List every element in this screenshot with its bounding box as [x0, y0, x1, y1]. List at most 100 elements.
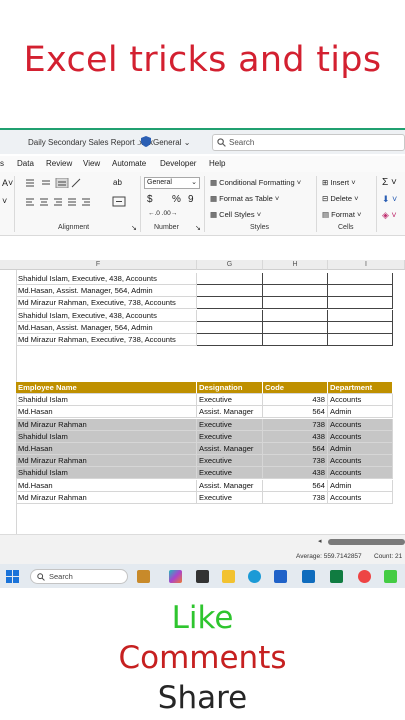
- table-cell[interactable]: 738: [263, 491, 328, 504]
- alignment-icons-bottom[interactable]: [24, 197, 114, 207]
- excel-icon[interactable]: [330, 570, 343, 583]
- table-cell[interactable]: Executive: [197, 394, 263, 407]
- edge-browser-icon[interactable]: [248, 570, 261, 583]
- percent-icon[interactable]: %: [172, 194, 181, 205]
- tab-data[interactable]: Data: [17, 159, 34, 168]
- table-cell[interactable]: Accounts: [328, 491, 393, 504]
- column-header-i[interactable]: I: [328, 260, 405, 270]
- combined-cell[interactable]: Shahidul Islam, Executive, 438, Accounts: [16, 273, 197, 285]
- table-cell[interactable]: 564: [263, 443, 328, 455]
- table-cell[interactable]: Shahidul Islam: [16, 467, 197, 480]
- table-cell[interactable]: Executive: [197, 491, 263, 504]
- empty-cell[interactable]: [263, 285, 328, 298]
- font-size-icon[interactable]: A˅: [2, 178, 13, 188]
- delete-button[interactable]: ⊟ Delete ˅: [322, 194, 359, 203]
- tab-help[interactable]: Help: [209, 159, 225, 168]
- table-cell[interactable]: 738: [263, 455, 328, 468]
- tab-review[interactable]: Review: [46, 159, 72, 168]
- briefcase-icon[interactable]: [137, 570, 150, 583]
- cell-styles-button[interactable]: ▦ Cell Styles ˅: [210, 210, 261, 219]
- table-cell[interactable]: Executive: [197, 455, 263, 468]
- comma-icon[interactable]: 9: [188, 194, 194, 205]
- tab-automate[interactable]: Automate: [112, 159, 146, 168]
- format-button[interactable]: ▤ Format ˅: [322, 210, 361, 219]
- column-header-g[interactable]: G: [197, 260, 263, 270]
- empty-cell[interactable]: [263, 321, 328, 334]
- chrome-icon[interactable]: [358, 570, 371, 583]
- column-header-f[interactable]: F: [0, 260, 197, 270]
- combined-cell[interactable]: Shahidul Islam, Executive, 438, Accounts: [16, 309, 197, 322]
- empty-cell[interactable]: [328, 334, 393, 346]
- table-cell[interactable]: 438: [263, 467, 328, 480]
- table-header-cell[interactable]: Code: [263, 382, 328, 394]
- currency-icon[interactable]: $: [147, 194, 153, 205]
- combined-cell[interactable]: Md.Hasan, Assist. Manager, 564, Admin: [16, 321, 197, 334]
- terminal-icon[interactable]: [196, 570, 209, 583]
- format-as-table-button[interactable]: ▦ Format as Table ˅: [210, 194, 279, 203]
- conditional-formatting-button[interactable]: ▦ Conditional Formatting ˅: [210, 178, 301, 187]
- worksheet[interactable]: F G H I Shahidul Islam, Executive, 438, …: [0, 236, 405, 540]
- table-cell[interactable]: Shahidul Islam: [16, 394, 197, 407]
- table-cell[interactable]: Accounts: [328, 418, 393, 431]
- table-cell[interactable]: Accounts: [328, 430, 393, 443]
- table-cell[interactable]: 564: [263, 479, 328, 492]
- font-color-icon[interactable]: ˅: [2, 196, 7, 206]
- table-cell[interactable]: Accounts: [328, 455, 393, 468]
- camtasia-icon[interactable]: [384, 570, 397, 583]
- combined-cell[interactable]: Md Mirazur Rahman, Executive, 738, Accou…: [16, 334, 197, 346]
- windows-start-icon[interactable]: [6, 570, 19, 583]
- table-cell[interactable]: 564: [263, 406, 328, 419]
- empty-cell[interactable]: [328, 321, 393, 334]
- table-cell[interactable]: Md.Hasan: [16, 479, 197, 492]
- tab-formulas[interactable]: s: [0, 159, 4, 168]
- alignment-launcher-icon[interactable]: ↘: [131, 224, 137, 232]
- fill-icon[interactable]: ⬇ ˅: [382, 194, 397, 205]
- empty-cell[interactable]: [197, 285, 263, 298]
- empty-cell[interactable]: [197, 297, 263, 310]
- table-cell[interactable]: Md Mirazur Rahman: [16, 455, 197, 468]
- empty-cell[interactable]: [328, 309, 393, 322]
- empty-cell[interactable]: [197, 321, 263, 334]
- table-cell[interactable]: Assist. Manager: [197, 479, 263, 492]
- tab-developer[interactable]: Developer: [160, 159, 196, 168]
- table-cell[interactable]: Accounts: [328, 394, 393, 407]
- empty-cell[interactable]: [263, 334, 328, 346]
- number-launcher-icon[interactable]: ↘: [195, 224, 201, 232]
- decimal-icons[interactable]: ←.0 .00→: [148, 210, 177, 217]
- insert-button[interactable]: ⊞ Insert ˅: [322, 178, 356, 187]
- scroll-thumb[interactable]: [328, 539, 405, 545]
- combined-cell[interactable]: Md.Hasan, Assist. Manager, 564, Admin: [16, 285, 197, 298]
- table-cell[interactable]: Md.Hasan: [16, 443, 197, 455]
- empty-cell[interactable]: [197, 273, 263, 285]
- table-cell[interactable]: Executive: [197, 467, 263, 480]
- number-format-select[interactable]: General ⌄: [144, 177, 200, 189]
- copilot-icon[interactable]: [169, 570, 182, 583]
- table-cell[interactable]: Md.Hasan: [16, 406, 197, 419]
- table-cell[interactable]: Accounts: [328, 467, 393, 480]
- empty-cell[interactable]: [328, 273, 393, 285]
- empty-cell[interactable]: [197, 334, 263, 346]
- alignment-icons-top[interactable]: [24, 178, 84, 188]
- table-cell[interactable]: Md Mirazur Rahman: [16, 491, 197, 504]
- table-cell[interactable]: Assist. Manager: [197, 406, 263, 419]
- empty-cell[interactable]: [263, 273, 328, 285]
- outlook-icon[interactable]: [302, 570, 315, 583]
- table-header-cell[interactable]: Employee Name: [16, 382, 197, 394]
- scroll-left-icon[interactable]: ◂: [318, 537, 322, 545]
- sensitivity-label[interactable]: General ⌄: [153, 138, 190, 147]
- autosum-icon[interactable]: Σ ˅: [382, 177, 397, 188]
- empty-cell[interactable]: [197, 309, 263, 322]
- column-header-h[interactable]: H: [263, 260, 328, 270]
- wrap-text-icon[interactable]: ab: [113, 178, 122, 187]
- store-icon[interactable]: [274, 570, 287, 583]
- table-cell[interactable]: Shahidul Islam: [16, 430, 197, 443]
- merge-center-icon[interactable]: [112, 196, 126, 207]
- empty-cell[interactable]: [263, 309, 328, 322]
- clear-icon[interactable]: ◈ ˅: [382, 210, 397, 221]
- empty-cell[interactable]: [328, 285, 393, 298]
- table-cell[interactable]: Executive: [197, 418, 263, 431]
- table-cell[interactable]: Executive: [197, 430, 263, 443]
- tab-view[interactable]: View: [83, 159, 100, 168]
- file-explorer-icon[interactable]: [222, 570, 235, 583]
- table-cell[interactable]: 438: [263, 430, 328, 443]
